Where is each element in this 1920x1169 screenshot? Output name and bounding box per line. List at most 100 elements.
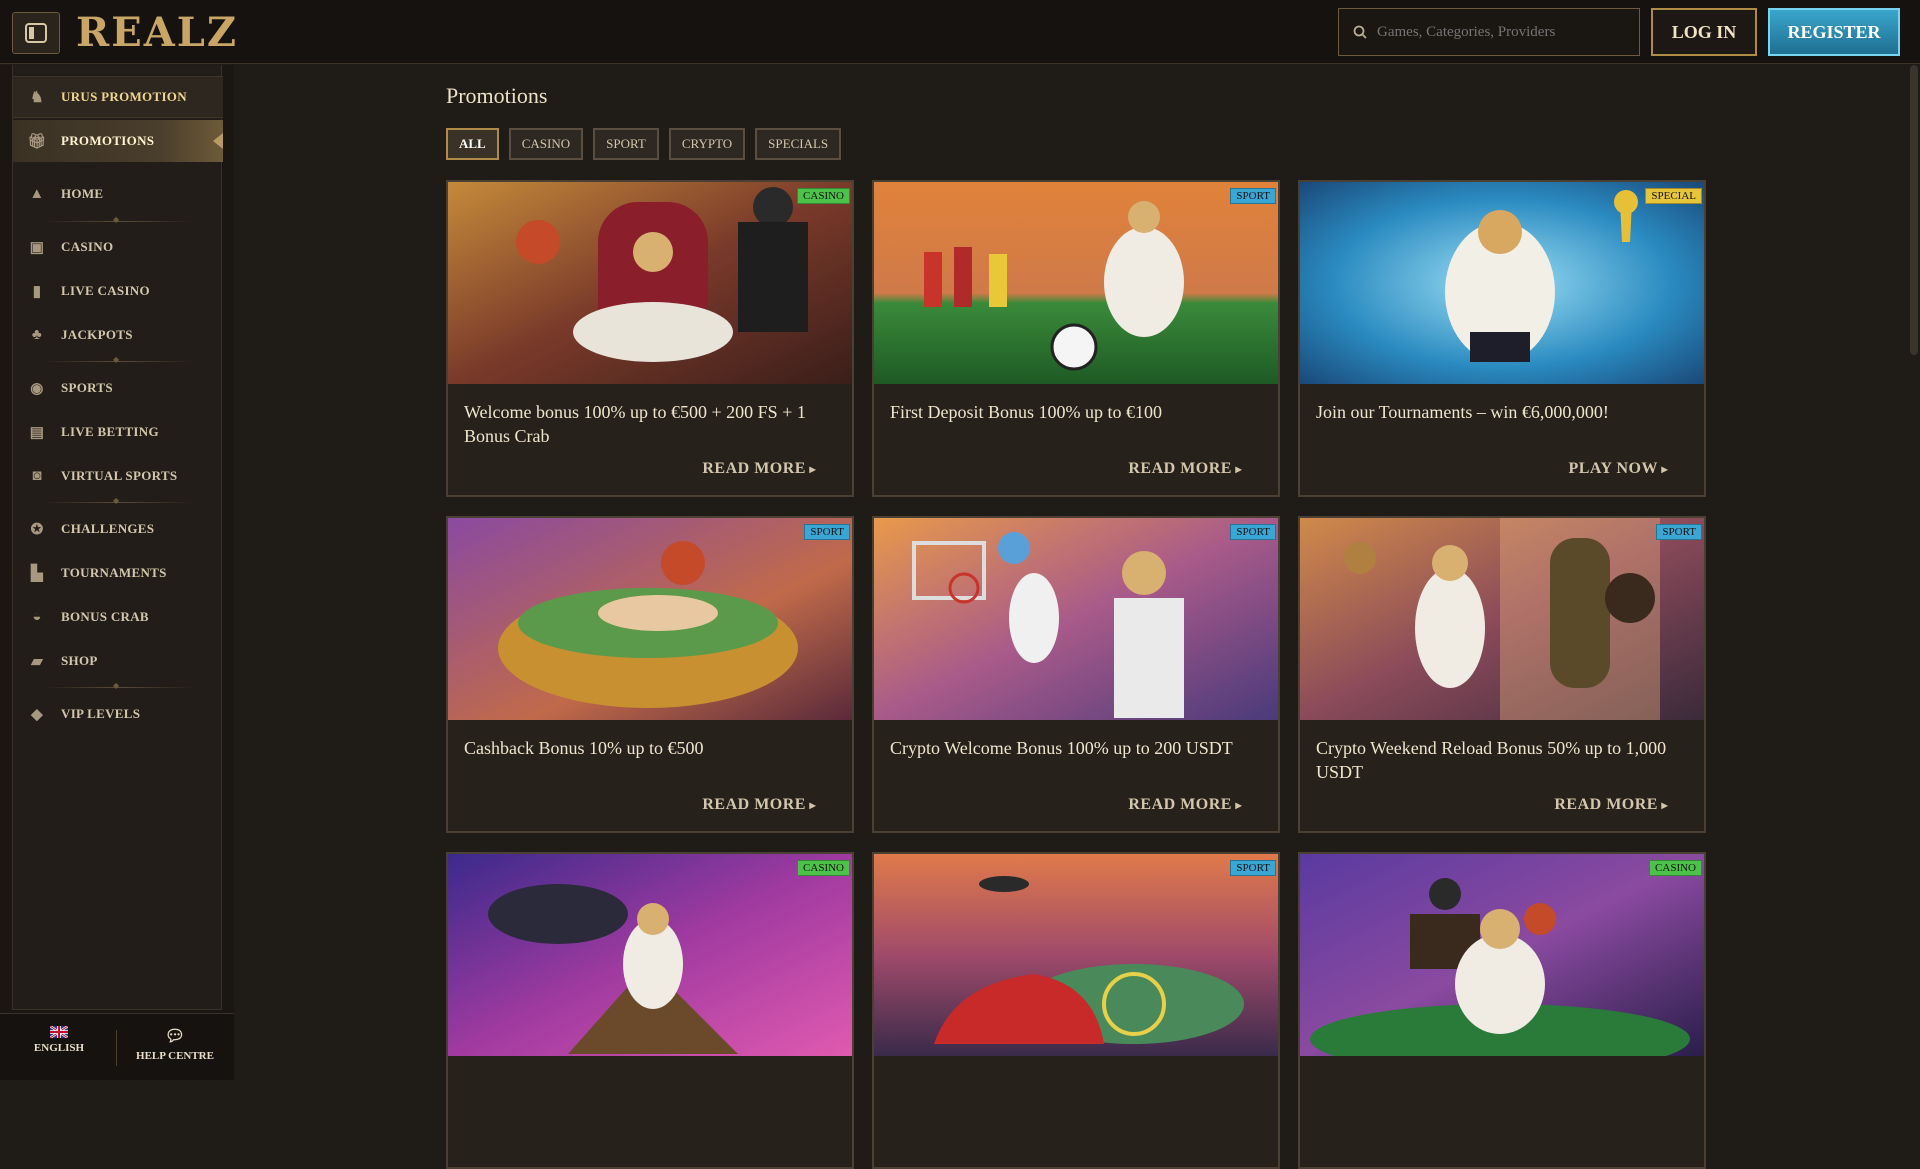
promo-card[interactable]: SPORT Crypto Welcome Bonus 100% up to 20… <box>872 516 1280 833</box>
category-badge: SPORT <box>1230 524 1276 540</box>
slot-machine-icon: ▣ <box>29 239 45 256</box>
sidebar-item-promotions[interactable]: 🎁︎ PROMOTIONS <box>13 120 223 162</box>
promo-title: Crypto Weekend Reload Bonus 50% up to 1,… <box>1316 738 1667 782</box>
sidebar-item-label: BONUS CRAB <box>61 609 149 624</box>
sidebar-item-casino[interactable]: ▣ CASINO <box>13 226 223 268</box>
help-centre-button[interactable]: 💬︎ HELP CENTRE <box>120 1026 230 1062</box>
search-icon <box>1353 25 1367 39</box>
sidebar-item-sports[interactable]: ◉ SPORTS <box>13 367 223 409</box>
read-more-link[interactable]: READ MORE <box>1128 460 1242 478</box>
play-now-link[interactable]: PLAY NOW <box>1568 460 1668 478</box>
realz-logo[interactable]: REALZ <box>76 8 238 56</box>
category-badge: CASINO <box>797 188 850 204</box>
promo-card[interactable]: SPORT <box>872 852 1280 1169</box>
card-icon: ▮ <box>32 283 42 300</box>
promo-image <box>1300 518 1704 720</box>
tab-casino[interactable]: CASINO <box>508 128 584 160</box>
read-more-link[interactable]: READ MORE <box>702 460 816 478</box>
divider <box>43 355 193 364</box>
promo-card[interactable]: CASINO Welcome bonus 100% up to €500 + 2… <box>446 180 854 497</box>
sidebar-item-label: HOME <box>61 186 104 201</box>
ball-icon: ◉ <box>30 380 44 397</box>
sidebar-item-live-casino[interactable]: ▮ LIVE CASINO <box>13 270 223 312</box>
promo-title: Join our Tournaments – win €6,000,000! <box>1316 402 1609 422</box>
category-badge: SPORT <box>1656 524 1702 540</box>
top-bar: REALZ LOG IN REGISTER <box>0 0 1920 64</box>
podium-icon: ▙ <box>31 565 43 582</box>
sidebar-item-live-betting[interactable]: ▤ LIVE BETTING <box>13 411 223 453</box>
sidebar-toggle-button[interactable] <box>12 12 60 54</box>
crab-icon: ◒ <box>32 608 42 625</box>
search-input[interactable] <box>1377 23 1617 41</box>
sidebar-footer: ENGLISH 💬︎ HELP CENTRE <box>0 1013 234 1080</box>
help-centre-label: HELP CENTRE <box>136 1050 214 1062</box>
promo-card[interactable]: CASINO <box>446 852 854 1169</box>
medal-icon: ✪ <box>30 521 44 538</box>
divider <box>43 496 193 505</box>
language-button[interactable]: ENGLISH <box>4 1026 114 1054</box>
login-button[interactable]: LOG IN <box>1651 8 1757 56</box>
page-scrollbar[interactable] <box>1910 65 1918 355</box>
bag-icon: ▰ <box>31 653 43 670</box>
sidebar-item-tournaments[interactable]: ▙ TOURNAMENTS <box>13 552 223 594</box>
promo-image <box>874 182 1278 384</box>
sidebar-item-bonus-crab[interactable]: ◒ BONUS CRAB <box>13 596 223 638</box>
divider <box>116 1030 117 1066</box>
promo-image <box>448 854 852 1056</box>
promo-title: First Deposit Bonus 100% up to €100 <box>890 402 1163 422</box>
pyramid-icon: ▲ <box>29 185 45 202</box>
promo-card[interactable]: SPORT Crypto Weekend Reload Bonus 50% up… <box>1298 516 1706 833</box>
sidebar: ♞ URUS PROMOTION 🎁︎ PROMOTIONS ▲ HOME ▣ CASI… <box>0 65 234 1080</box>
urus-icon: ♞ <box>30 89 44 106</box>
tab-all[interactable]: ALL <box>446 128 499 160</box>
read-more-link[interactable]: READ MORE <box>702 796 816 814</box>
search-box[interactable] <box>1338 8 1640 56</box>
promo-card[interactable]: SPECIAL Join our Tournaments – win €6,00… <box>1298 180 1706 497</box>
read-more-link[interactable]: READ MORE <box>1554 796 1668 814</box>
sidebar-item-label: LIVE CASINO <box>61 283 150 298</box>
read-more-link[interactable]: READ MORE <box>1128 796 1242 814</box>
promo-card[interactable]: CASINO <box>1298 852 1706 1169</box>
promo-image <box>448 182 852 384</box>
sidebar-item-jackpots[interactable]: ♣ JACKPOTS <box>13 314 223 356</box>
register-button[interactable]: REGISTER <box>1768 8 1900 56</box>
language-label: ENGLISH <box>33 1042 85 1054</box>
sidebar-item-label: CHALLENGES <box>61 521 155 536</box>
sidebar-item-label: VIRTUAL SPORTS <box>61 468 178 483</box>
sidebar-item-label: JACKPOTS <box>61 327 133 342</box>
sidebar-item-label: CASINO <box>61 239 114 254</box>
live-icon: ▤ <box>29 424 45 441</box>
diamond-icon: ◆ <box>31 706 43 723</box>
promo-image <box>1300 182 1704 384</box>
promo-image <box>1300 854 1704 1056</box>
uk-flag-icon <box>50 1026 68 1038</box>
sidebar-item-urus-promotion[interactable]: ♞ URUS PROMOTION <box>13 76 223 118</box>
promotion-filter-tabs: ALL CASINO SPORT CRYPTO SPECIALS <box>446 128 842 160</box>
sidebar-item-vip-levels[interactable]: ◆ VIP LEVELS <box>13 693 223 735</box>
tab-crypto[interactable]: CRYPTO <box>668 128 746 160</box>
category-badge: CASINO <box>797 860 850 876</box>
sidebar-toggle-icon <box>25 23 47 43</box>
promo-title: Crypto Welcome Bonus 100% up to 200 USDT <box>890 738 1233 758</box>
clover-icon: ♣ <box>31 326 43 343</box>
sidebar-item-challenges[interactable]: ✪ CHALLENGES <box>13 508 223 550</box>
promo-card[interactable]: SPORT First Deposit Bonus 100% up to €10… <box>872 180 1280 497</box>
tab-specials[interactable]: SPECIALS <box>755 128 842 160</box>
category-badge: SPORT <box>804 524 850 540</box>
sidebar-item-home[interactable]: ▲ HOME <box>13 173 223 215</box>
tab-sport[interactable]: SPORT <box>593 128 659 160</box>
category-badge: SPECIAL <box>1645 188 1702 204</box>
chat-icon: 💬︎ <box>164 1028 186 1045</box>
promo-card[interactable]: SPORT Cashback Bonus 10% up to €500 READ… <box>446 516 854 833</box>
sidebar-item-label: LIVE BETTING <box>61 424 159 439</box>
promo-image <box>874 854 1278 1056</box>
sidebar-item-label: SPORTS <box>61 380 113 395</box>
sidebar-nav: ♞ URUS PROMOTION 🎁︎ PROMOTIONS ▲ HOME ▣ CASI… <box>12 65 223 1010</box>
divider <box>43 215 193 224</box>
sidebar-item-virtual-sports[interactable]: ◙ VIRTUAL SPORTS <box>13 455 223 497</box>
promo-title: Welcome bonus 100% up to €500 + 200 FS +… <box>464 402 806 446</box>
promo-image <box>874 518 1278 720</box>
sidebar-item-label: URUS PROMOTION <box>61 89 187 104</box>
gift-icon: 🎁︎ <box>27 133 47 150</box>
sidebar-item-shop[interactable]: ▰ SHOP <box>13 640 223 682</box>
